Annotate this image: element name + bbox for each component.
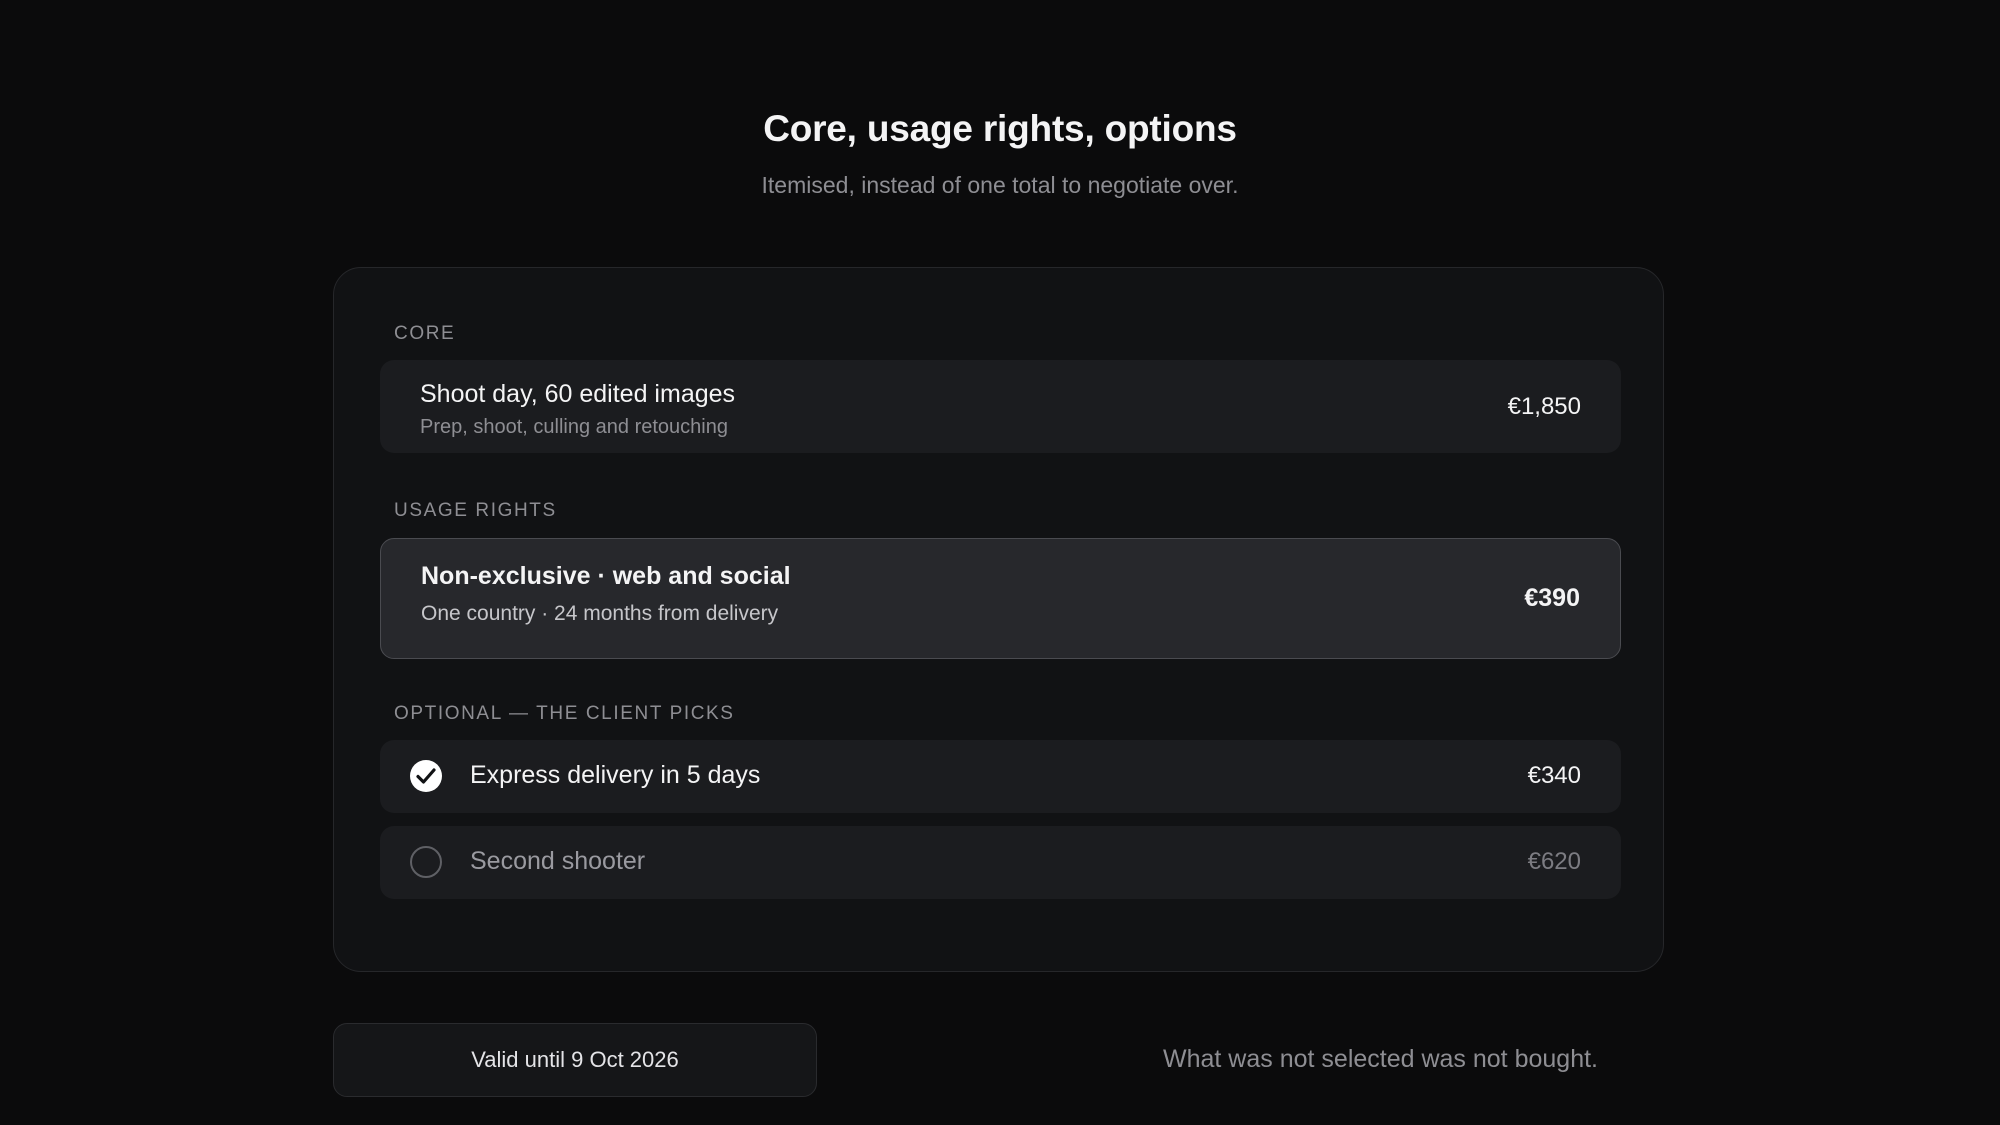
quote-card: CORE Shoot day, 60 edited images Prep, s… — [333, 267, 1664, 972]
page-header: Core, usage rights, options Itemised, in… — [0, 108, 2000, 199]
option-price: €340 — [1527, 762, 1581, 789]
option-label: Second shooter — [470, 847, 646, 875]
footer-note: What was not selected was not bought. — [1163, 1045, 1598, 1073]
option-price: €620 — [1527, 848, 1581, 875]
option-second-shooter[interactable]: Second shooter €620 — [380, 826, 1621, 899]
usage-rights-price: €390 — [1524, 584, 1580, 612]
section-label-core: CORE — [394, 323, 456, 344]
core-item-subtitle: Prep, shoot, culling and retouching — [420, 416, 728, 438]
check-circle-icon[interactable] — [410, 760, 442, 792]
section-label-usage: USAGE RIGHTS — [394, 500, 557, 521]
page-subtitle: Itemised, instead of one total to negoti… — [761, 172, 1239, 198]
core-item-title: Shoot day, 60 edited images — [420, 380, 736, 408]
validity-badge: Valid until 9 Oct 2026 — [333, 1023, 817, 1097]
usage-rights-option[interactable]: Non-exclusive · web and social One count… — [380, 538, 1621, 659]
quote-page: Core, usage rights, options Itemised, in… — [0, 0, 2000, 1125]
section-label-optional: OPTIONAL — THE CLIENT PICKS — [394, 703, 735, 724]
radio-empty-icon[interactable] — [410, 846, 442, 878]
usage-rights-title: Non-exclusive · web and social — [421, 562, 791, 590]
page-title: Core, usage rights, options — [763, 108, 1237, 149]
core-item-row: Shoot day, 60 edited images Prep, shoot,… — [380, 360, 1621, 453]
core-item-price: €1,850 — [1507, 393, 1581, 420]
option-express-delivery[interactable]: Express delivery in 5 days €340 — [380, 740, 1621, 813]
option-label: Express delivery in 5 days — [470, 761, 761, 789]
usage-rights-subtitle: One country · 24 months from delivery — [421, 602, 779, 625]
